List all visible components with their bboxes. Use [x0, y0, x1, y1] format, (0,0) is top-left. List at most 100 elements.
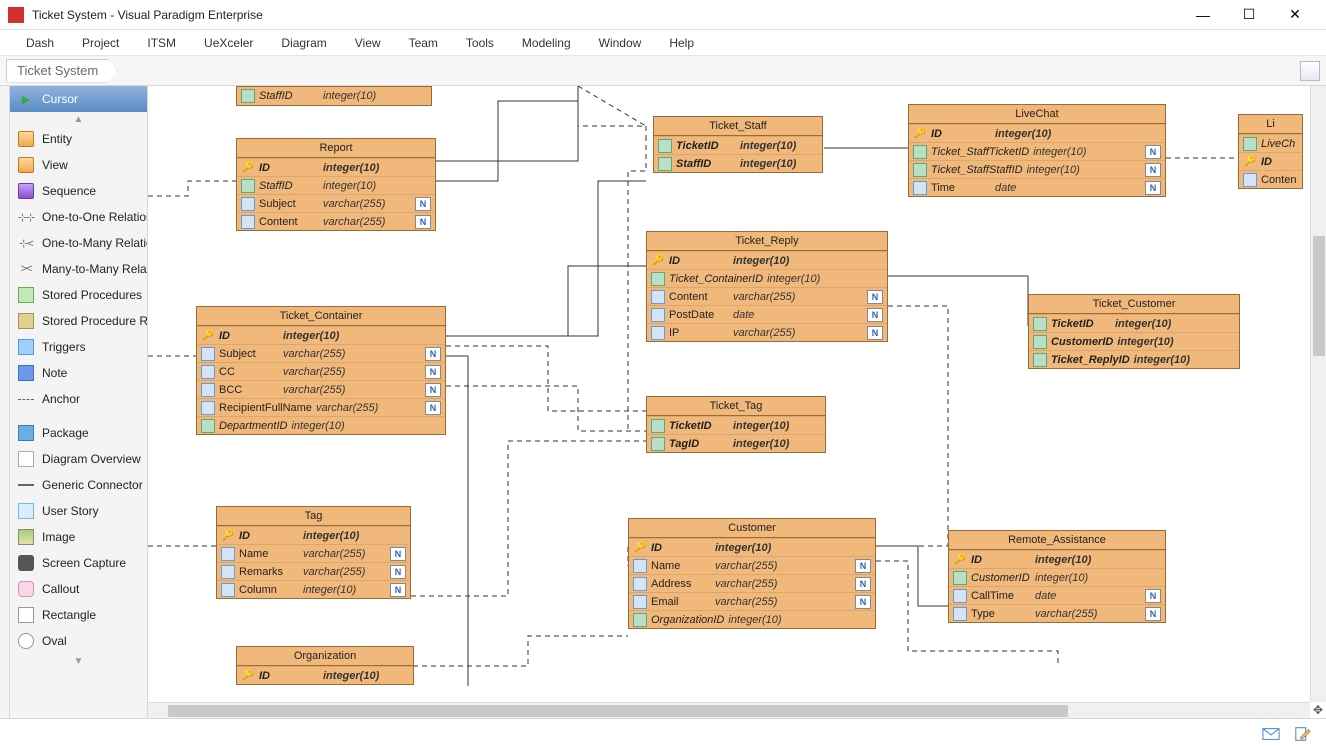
- entity-ticket-customer[interactable]: Ticket_Customer TicketIDinteger(10) Cust…: [1028, 294, 1240, 369]
- menu-modeling[interactable]: Modeling: [508, 32, 585, 54]
- palette-label: Oval: [42, 634, 67, 648]
- entity-title: Remote_Assistance: [949, 531, 1165, 550]
- palette-one-to-many[interactable]: ⊹<One-to-Many Relationship: [10, 230, 147, 256]
- horizontal-scroll-thumb[interactable]: [168, 705, 1068, 717]
- menu-help[interactable]: Help: [655, 32, 708, 54]
- menu-diagram[interactable]: Diagram: [267, 32, 340, 54]
- nullable-badge: N: [415, 215, 431, 229]
- fk-icon: [241, 89, 255, 103]
- col-name: Ticket_StaffTicketID: [931, 146, 1029, 158]
- palette-one-to-one[interactable]: ⊹⊹One-to-One Relationship: [10, 204, 147, 230]
- entity-title: Tag: [217, 507, 410, 526]
- column-icon: [651, 290, 665, 304]
- col-type: integer(10): [323, 180, 431, 192]
- entity-remote-assistance[interactable]: Remote_Assistance IDinteger(10) Customer…: [948, 530, 1166, 623]
- entity-ticket-tag[interactable]: Ticket_Tag TicketIDinteger(10) TagIDinte…: [646, 396, 826, 453]
- pan-icon[interactable]: ✥: [1310, 702, 1326, 718]
- entity-ticket-container[interactable]: Ticket_Container IDinteger(10) Subjectva…: [196, 306, 446, 435]
- col-type: varchar(255): [323, 216, 411, 228]
- palette-view[interactable]: View: [10, 152, 147, 178]
- palette-entity[interactable]: Entity: [10, 126, 147, 152]
- diagram-canvas[interactable]: StaffIDinteger(10) Report IDinteger(10) …: [148, 86, 1326, 718]
- entity-organization[interactable]: Organization IDinteger(10): [236, 646, 414, 685]
- palette-screen-capture[interactable]: Screen Capture: [10, 550, 147, 576]
- palette-label: Note: [42, 366, 67, 380]
- maximize-button[interactable]: ☐: [1226, 0, 1272, 30]
- col-type: integer(10): [1027, 164, 1141, 176]
- entity-tag[interactable]: Tag IDinteger(10) Namevarchar(255)N Rema…: [216, 506, 411, 599]
- col-name: StaffID: [259, 180, 319, 192]
- palette-many-to-many[interactable]: ><Many-to-Many Relationship: [10, 256, 147, 282]
- palette-callout[interactable]: Callout: [10, 576, 147, 602]
- column-icon: [221, 547, 235, 561]
- menu-project[interactable]: Project: [68, 32, 133, 54]
- vertical-scroll-thumb[interactable]: [1313, 236, 1325, 356]
- menu-uexceler[interactable]: UeXceler: [190, 32, 267, 54]
- col-name: Column: [239, 584, 299, 596]
- palette-user-story[interactable]: User Story: [10, 498, 147, 524]
- nullable-badge: N: [1145, 163, 1161, 177]
- nullable-badge: N: [390, 565, 406, 579]
- vertical-scrollbar[interactable]: [1310, 86, 1326, 702]
- col-name: ID: [651, 542, 711, 554]
- entity-ticket-reply[interactable]: Ticket_Reply IDinteger(10) Ticket_Contai…: [646, 231, 888, 342]
- mail-icon[interactable]: [1262, 726, 1280, 742]
- menu-dash[interactable]: Dash: [12, 32, 68, 54]
- palette-rectangle[interactable]: Rectangle: [10, 602, 147, 628]
- palette-generic-connector[interactable]: Generic Connector: [10, 472, 147, 498]
- menu-itsm[interactable]: ITSM: [133, 32, 190, 54]
- col-type: varchar(255): [323, 198, 411, 210]
- palette-triggers[interactable]: Triggers: [10, 334, 147, 360]
- palette-collapse-down[interactable]: ▼: [10, 654, 147, 668]
- entity-fragment-staff[interactable]: StaffID integer(10): [236, 86, 432, 106]
- column-icon: [221, 583, 235, 597]
- entity-livechat[interactable]: LiveChat IDinteger(10) Ticket_StaffTicke…: [908, 104, 1166, 197]
- menubar: Dash Project ITSM UeXceler Diagram View …: [0, 30, 1326, 56]
- entity-title: Report: [237, 139, 435, 158]
- breadcrumb[interactable]: Ticket System: [6, 59, 117, 83]
- col-name: ID: [971, 554, 1031, 566]
- col-name: StaffID: [259, 90, 319, 102]
- generic-connector-icon: [18, 477, 34, 493]
- palette-diagram-overview[interactable]: Diagram Overview: [10, 446, 147, 472]
- col-type: integer(10): [323, 90, 427, 102]
- palette-image[interactable]: Image: [10, 524, 147, 550]
- palette-collapse-up[interactable]: ▲: [10, 112, 147, 126]
- palette-cursor[interactable]: ▶Cursor: [10, 86, 147, 112]
- edit-icon[interactable]: [1294, 726, 1312, 742]
- col-type: varchar(255): [1035, 608, 1141, 620]
- palette-anchor[interactable]: Anchor: [10, 386, 147, 412]
- tool-palette: ▶Cursor ▲ Entity View Sequence ⊹⊹One-to-…: [10, 86, 148, 718]
- stored-procedure-resultset-icon: [18, 313, 34, 329]
- palette-oval[interactable]: Oval: [10, 628, 147, 654]
- col-name: DepartmentID: [219, 420, 287, 432]
- palette-stored-procedure-resultset[interactable]: Stored Procedure Resultset: [10, 308, 147, 334]
- col-name: Name: [651, 560, 711, 572]
- palette-sequence[interactable]: Sequence: [10, 178, 147, 204]
- diagram-selector-icon[interactable]: [1300, 61, 1320, 81]
- col-type: date: [1035, 590, 1141, 602]
- palette-stored-procedures[interactable]: Stored Procedures: [10, 282, 147, 308]
- minimize-button[interactable]: —: [1180, 0, 1226, 30]
- palette-label: Sequence: [42, 184, 96, 198]
- entity-ticket-staff[interactable]: Ticket_Staff TicketIDinteger(10) StaffID…: [653, 116, 823, 173]
- col-name: StaffID: [676, 158, 736, 170]
- nullable-badge: N: [867, 326, 883, 340]
- col-type: integer(10): [303, 530, 406, 542]
- menu-tools[interactable]: Tools: [452, 32, 508, 54]
- menu-team[interactable]: Team: [395, 32, 452, 54]
- palette-note[interactable]: Note: [10, 360, 147, 386]
- palette-package[interactable]: Package: [10, 420, 147, 446]
- menu-view[interactable]: View: [341, 32, 395, 54]
- menu-window[interactable]: Window: [585, 32, 656, 54]
- horizontal-scrollbar[interactable]: [148, 702, 1310, 718]
- palette-label: One-to-One Relationship: [42, 210, 147, 224]
- entity-title: Organization: [237, 647, 413, 666]
- close-button[interactable]: ✕: [1272, 0, 1318, 30]
- entity-fragment-live[interactable]: Li LiveCh ID Conten: [1238, 114, 1303, 189]
- entity-report[interactable]: Report IDinteger(10) StaffIDinteger(10) …: [236, 138, 436, 231]
- col-name: TicketID: [669, 420, 729, 432]
- entity-title: Li: [1239, 115, 1302, 134]
- entity-customer[interactable]: Customer IDinteger(10) Namevarchar(255)N…: [628, 518, 876, 629]
- palette-label: View: [42, 158, 68, 172]
